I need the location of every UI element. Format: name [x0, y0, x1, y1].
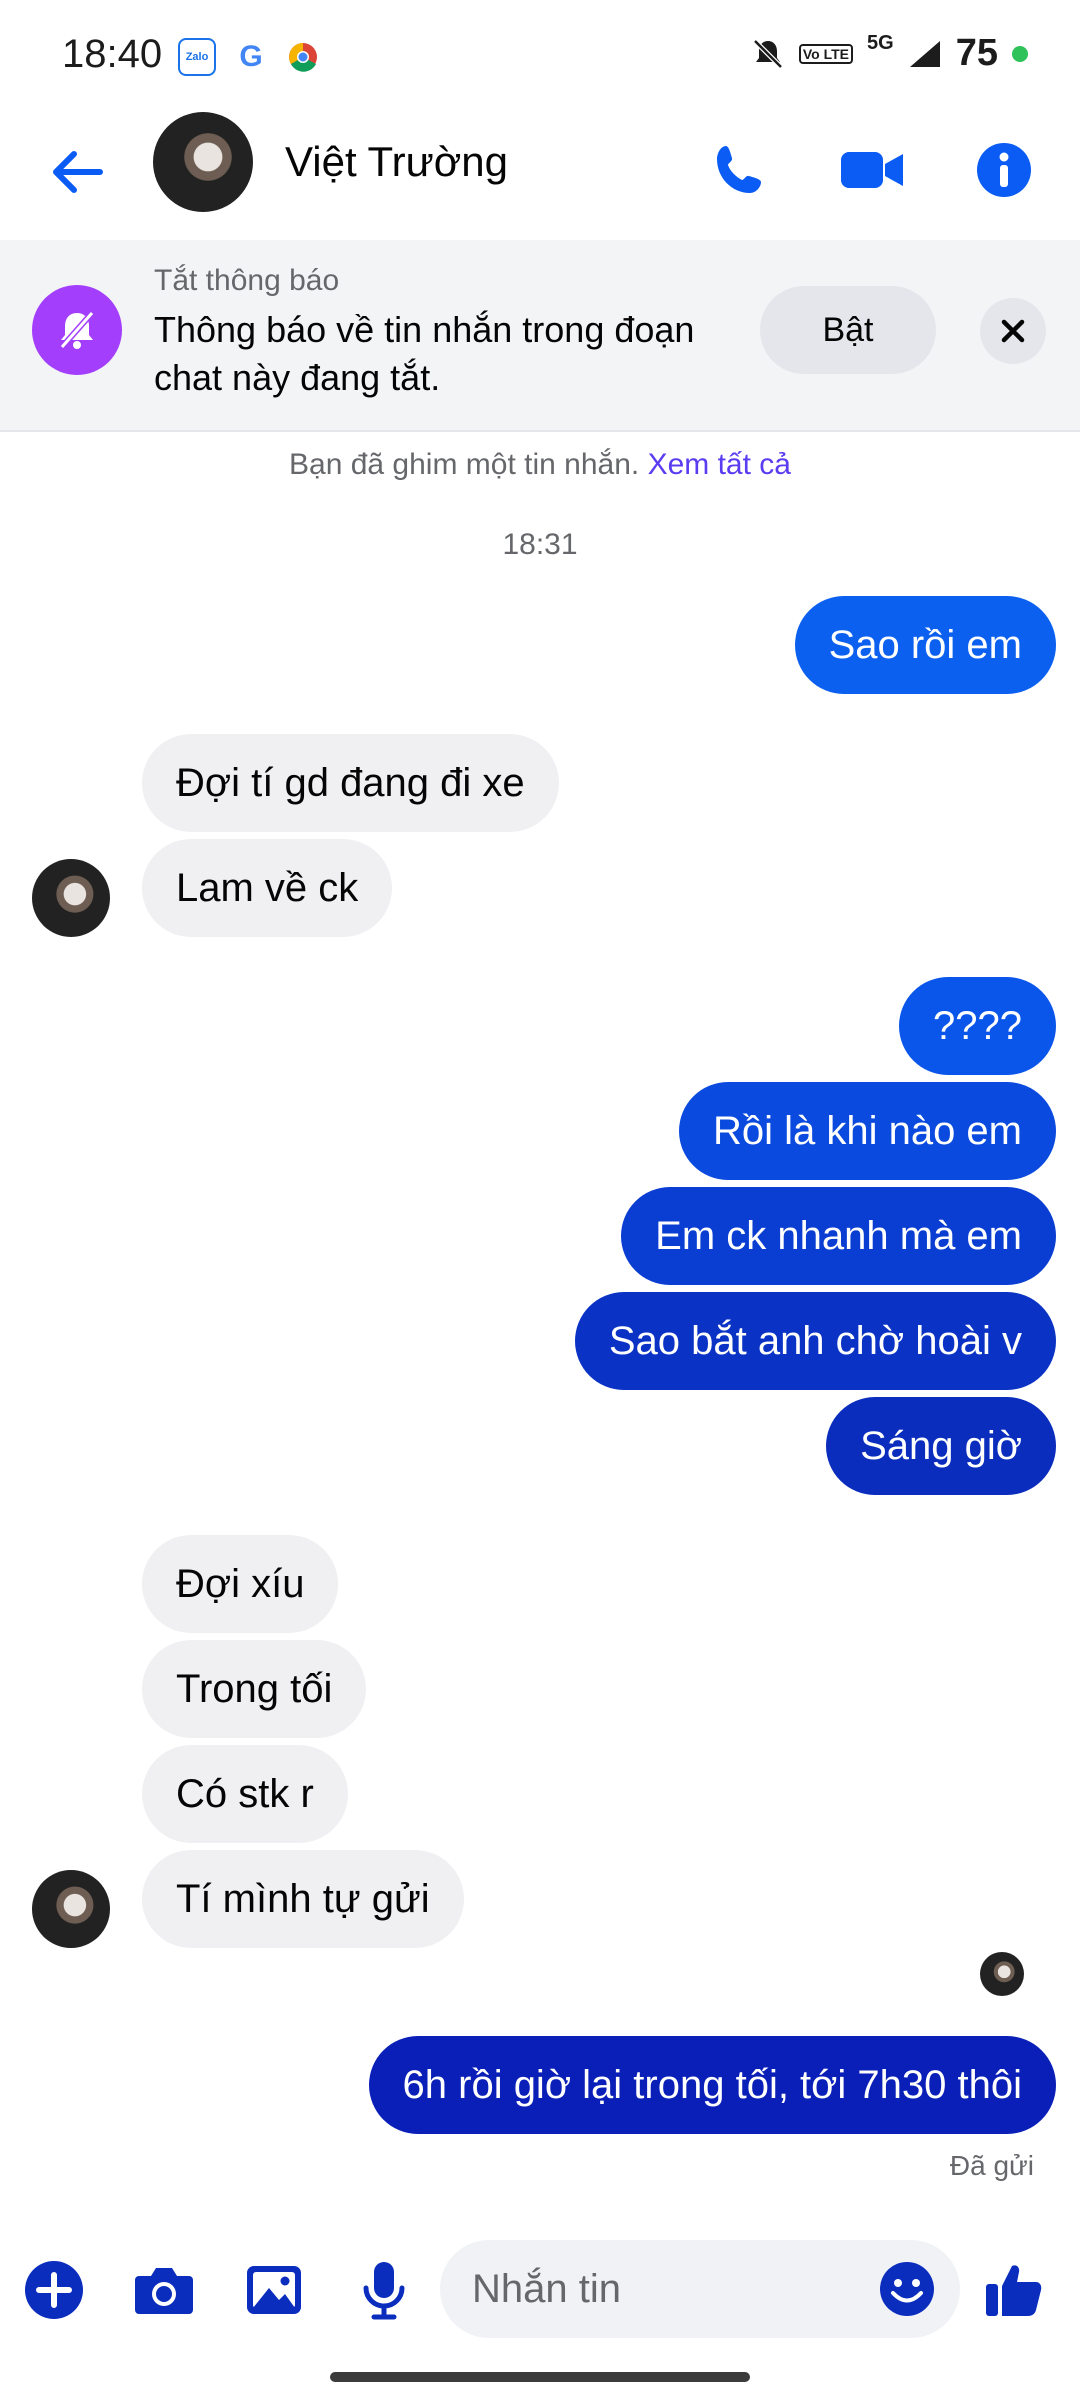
pinned-message-notice: Bạn đã ghim một tin nhắn. Xem tất cả — [0, 448, 1080, 482]
incoming-message[interactable]: Có stk r — [142, 1745, 348, 1843]
status-indicators: Vo LTE 5G 75 — [751, 32, 1028, 75]
voice-call-button[interactable] — [700, 130, 780, 210]
close-icon — [1001, 319, 1025, 343]
camera-button[interactable] — [124, 2250, 204, 2330]
signal-icon — [909, 40, 940, 67]
gallery-button[interactable] — [234, 2250, 314, 2330]
muted-notification-icon — [32, 285, 122, 375]
google-icon: G — [239, 40, 263, 73]
voice-message-button[interactable] — [344, 2250, 424, 2330]
network-label: 5G — [867, 32, 894, 54]
chrome-icon — [286, 40, 320, 74]
info-icon — [977, 143, 1031, 197]
home-indicator[interactable] — [330, 2372, 750, 2382]
video-call-button[interactable] — [832, 130, 912, 210]
volte-badge: Vo LTE — [798, 43, 854, 64]
turn-on-notifications-button[interactable]: Bật — [760, 286, 936, 374]
outgoing-message[interactable]: ???? — [899, 977, 1056, 1075]
phone-icon — [717, 146, 761, 193]
privacy-dot — [1012, 45, 1028, 62]
contact-name[interactable]: Việt Trường — [285, 138, 508, 186]
outgoing-message[interactable]: Em ck nhanh mà em — [621, 1187, 1056, 1285]
outgoing-message[interactable]: Rồi là khi nào em — [678, 1082, 1056, 1180]
incoming-message[interactable]: Đợi xíu — [142, 1535, 339, 1633]
sender-avatar[interactable] — [32, 859, 110, 937]
incoming-message[interactable]: Tí mình tự gửi — [142, 1850, 464, 1948]
outgoing-message[interactable]: Sao rồi em — [794, 596, 1056, 694]
message-composer — [0, 2230, 1080, 2350]
view-all-pinned-link[interactable]: Xem tất cả — [648, 448, 791, 481]
message-timestamp: 18:31 — [502, 528, 578, 561]
incoming-message[interactable]: Lam về ck — [142, 839, 393, 937]
contact-avatar[interactable] — [153, 112, 253, 212]
chat-header: Việt Trường — [0, 110, 1080, 230]
camera-icon — [135, 2268, 193, 2314]
incoming-message[interactable]: Trong tối — [142, 1640, 367, 1738]
outgoing-message[interactable]: Sáng giờ — [826, 1397, 1056, 1495]
more-actions-button[interactable] — [14, 2250, 94, 2330]
mute-bell-icon — [753, 38, 783, 69]
plus-icon — [25, 2261, 83, 2319]
close-notice-button[interactable] — [980, 298, 1046, 364]
back-button[interactable] — [40, 136, 112, 208]
back-arrow-icon — [53, 151, 103, 193]
sender-avatar[interactable] — [32, 1870, 110, 1948]
mute-notice-banner: Tắt thông báo Thông báo về tin nhắn tron… — [0, 240, 1080, 432]
battery-level: 75 — [955, 32, 998, 74]
like-button[interactable] — [974, 2250, 1054, 2330]
zalo-icon: Zalo — [178, 38, 216, 76]
outgoing-message[interactable]: 6h rồi giờ lại trong tối, tới 7h30 thôi — [368, 2036, 1056, 2134]
outgoing-message[interactable]: Sao bắt anh chờ hoài v — [574, 1292, 1056, 1390]
info-button[interactable] — [964, 130, 1044, 210]
thumbs-up-icon — [986, 2265, 1042, 2316]
notice-title: Tắt thông báo — [154, 264, 340, 297]
microphone-icon — [363, 2262, 405, 2320]
emoji-icon — [880, 2262, 934, 2316]
notice-text: Thông báo về tin nhắn trong đoạn chat nà… — [154, 309, 695, 398]
emoji-button[interactable] — [878, 2260, 936, 2318]
pinned-text: Bạn đã ghim một tin nhắn. — [289, 448, 640, 481]
seen-receipt-avatar — [980, 1952, 1024, 1996]
sent-status: Đã gửi — [949, 2150, 1034, 2181]
status-app-icons: Zalo G — [178, 38, 320, 76]
video-camera-icon — [841, 152, 903, 188]
gallery-icon — [247, 2266, 301, 2314]
status-time: 18:40 — [62, 32, 163, 76]
status-bar: 18:40 Zalo G Vo LTE 5G 75 — [0, 0, 1080, 110]
incoming-message[interactable]: Đợi tí gd đang đi xe — [142, 734, 559, 832]
